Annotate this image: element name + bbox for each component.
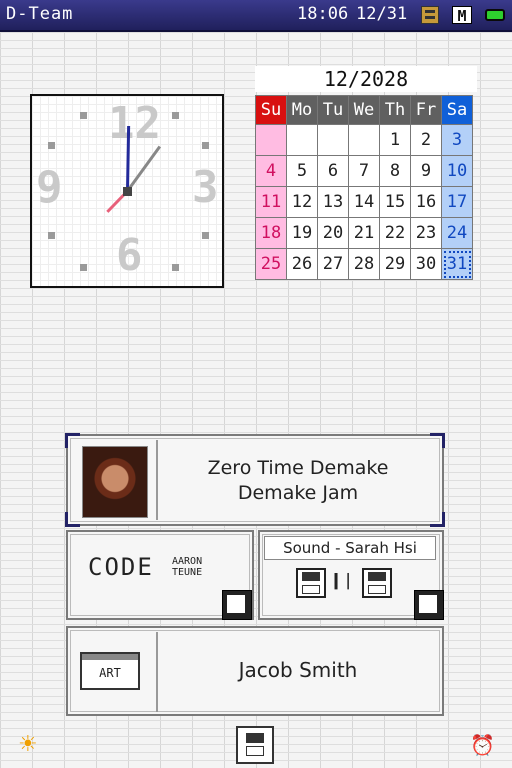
code-author: AARON TEUNE [172,556,202,578]
game-card-icon [421,6,439,24]
code-label: CODE [88,553,154,581]
clock-numeral-9: 9 [36,162,63,213]
game-subtitle-line: Demake Jam [237,482,359,504]
battery-icon [485,9,505,21]
calendar-day: 21 [348,217,380,249]
calendar-day: 16 [410,186,442,218]
game-icon-portrait [82,446,148,518]
ds-console-icon [296,568,326,598]
calendar-day: 9 [410,155,442,187]
calendar-day: 18 [255,217,287,249]
clock-tick [80,264,87,271]
calendar-day: 20 [317,217,349,249]
calendar-day: 6 [317,155,349,187]
art-author: Jacob Smith [238,658,358,682]
calendar-weekday: We [348,95,380,125]
clock-tick [80,112,87,119]
clock-minute-hand [126,125,131,192]
clock-tick [172,112,179,119]
calendar-day: 5 [286,155,318,187]
selection-corner [430,512,445,527]
art-badge-label: ART [99,666,121,680]
calendar-day [286,124,318,156]
clock-numeral-12: 12 [108,98,161,149]
calendar-day [317,124,349,156]
calendar-day: 23 [410,217,442,249]
calendar-weekday: Tu [317,95,349,125]
status-time: 18:06 [297,4,349,24]
art-badge-top [82,654,138,660]
calendar-day: 15 [379,186,411,218]
calendar-month-title: 12/2028 [255,66,477,92]
calendar-day: 28 [348,248,380,280]
ds-download-icon [222,590,252,620]
calendar-weekday: Fr [410,95,442,125]
calendar-day: 3 [441,124,473,156]
ds-download-button[interactable] [236,726,274,764]
clock-tick [172,264,179,271]
game-title-text: Zero Time Demake Demake Jam [156,456,440,506]
calendar-day: 19 [286,217,318,249]
memory-icon: M [452,6,472,25]
calendar-day: 14 [348,186,380,218]
calendar-day: 13 [317,186,349,218]
game-title-line: Zero Time Demake [207,457,389,479]
selection-corner [65,512,80,527]
clock-tick [202,142,209,149]
calendar-day: 30 [410,248,442,280]
calendar-day: 29 [379,248,411,280]
calendar-day: 4 [255,155,287,187]
ds-download-icon [414,590,444,620]
art-badge: ART [80,652,140,690]
calendar-weekday: Th [379,95,411,125]
calendar-day: 11 [255,186,287,218]
clock-numeral-3: 3 [192,162,219,213]
calendar-day: 10 [441,155,473,187]
calendar-day: 12 [286,186,318,218]
calendar-day: 24 [441,217,473,249]
calendar-weekday: Sa [441,95,473,125]
analog-clock: 12 3 6 9 [30,94,224,288]
selection-corner [430,433,445,448]
clock-numeral-6: 6 [116,230,143,281]
calendar-day [255,124,287,156]
user-name: D-Team [6,4,74,24]
ds-download-icon-lower [246,746,264,756]
clock-tick [48,142,55,149]
alarm-clock-icon[interactable]: ⏰ [470,733,495,757]
calendar-day: 1 [379,124,411,156]
status-date: 12/31 [356,4,408,24]
ds-console-icon [362,568,392,598]
calendar-day-today: 31 [441,248,473,280]
clock-tick [48,232,55,239]
clock-second-hand [126,145,162,192]
calendar-day: 22 [379,217,411,249]
code-author-line: TEUNE [172,567,203,578]
calendar-day: 8 [379,155,411,187]
calendar-grid: Su Mo Tu We Th Fr Sa 1 2 3 4 5 6 7 8 9 1… [255,95,473,280]
selection-corner [65,433,80,448]
top-status-bar: D-Team 18:06 12/31 M [0,0,512,32]
calendar-day: 26 [286,248,318,280]
calendar-day: 25 [255,248,287,280]
calendar-day: 2 [410,124,442,156]
clock-center [123,187,132,196]
calendar-weekday: Su [255,95,287,125]
calendar-day: 17 [441,186,473,218]
calendar-day [348,124,380,156]
ds-download-icon [246,733,264,743]
brightness-icon[interactable]: ☀ [18,732,38,757]
wireless-signal-icon: ❙❘ [330,568,355,592]
clock-tick [202,232,209,239]
calendar-day: 7 [348,155,380,187]
code-author-line: AARON [172,556,203,567]
calendar-weekday: Mo [286,95,318,125]
sound-label: Sound - Sarah Hsi [264,536,436,560]
calendar-day: 27 [317,248,349,280]
